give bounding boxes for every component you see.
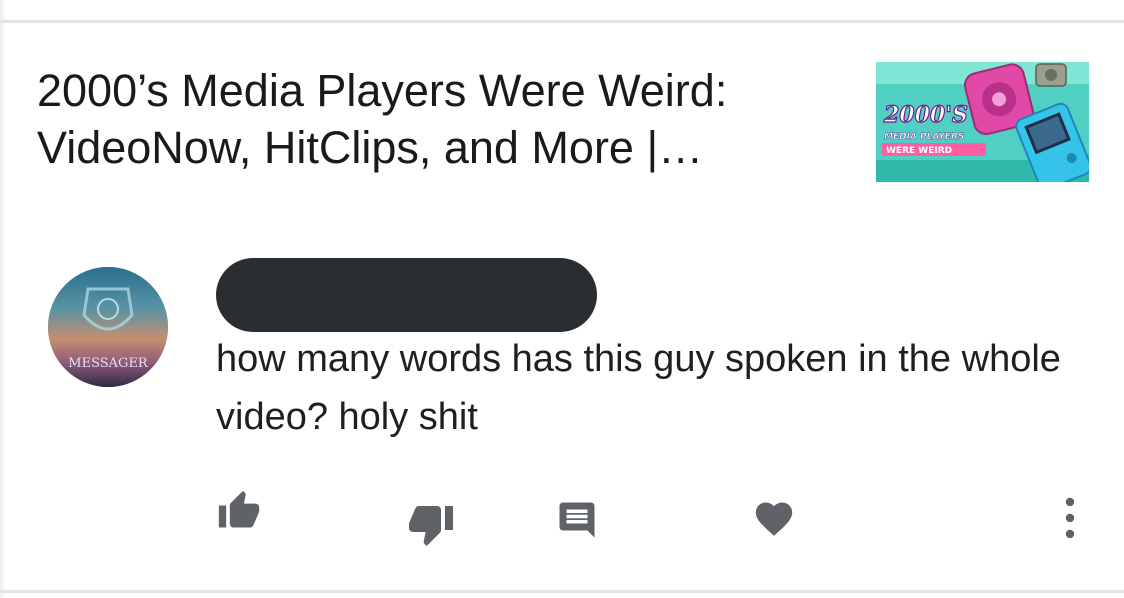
comment-notification-card: 2000’s Media Players Were Weird: VideoNo… [0, 0, 1124, 598]
author-name-redacted [216, 258, 597, 332]
avatar-text: MESSAGER [68, 356, 149, 371]
comment-icon[interactable] [556, 499, 598, 541]
thumbnail-tagline: WERE WEIRD [886, 146, 952, 156]
thumbs-down-icon[interactable] [405, 500, 457, 548]
thumbnail-subtitle: MEDIA PLAYERS [884, 132, 964, 142]
top-divider [0, 20, 1124, 23]
left-edge-shade [0, 0, 6, 598]
video-thumbnail[interactable]: 2000'S MEDIA PLAYERS WERE WEIRD [876, 62, 1089, 182]
comment-text: how many words has this guy spoken in th… [216, 338, 1061, 438]
thumbnail-title: 2000'S [883, 102, 968, 128]
thumbs-up-icon[interactable] [214, 489, 264, 533]
bottom-divider [0, 590, 1124, 593]
thumbnail-art: 2000'S MEDIA PLAYERS WERE WEIRD [876, 62, 1089, 182]
video-title[interactable]: 2000’s Media Players Were Weird: VideoNo… [37, 62, 837, 176]
avatar[interactable]: MESSAGER [48, 267, 168, 387]
heart-icon[interactable] [752, 497, 796, 537]
more-vert-icon[interactable] [1058, 497, 1082, 539]
